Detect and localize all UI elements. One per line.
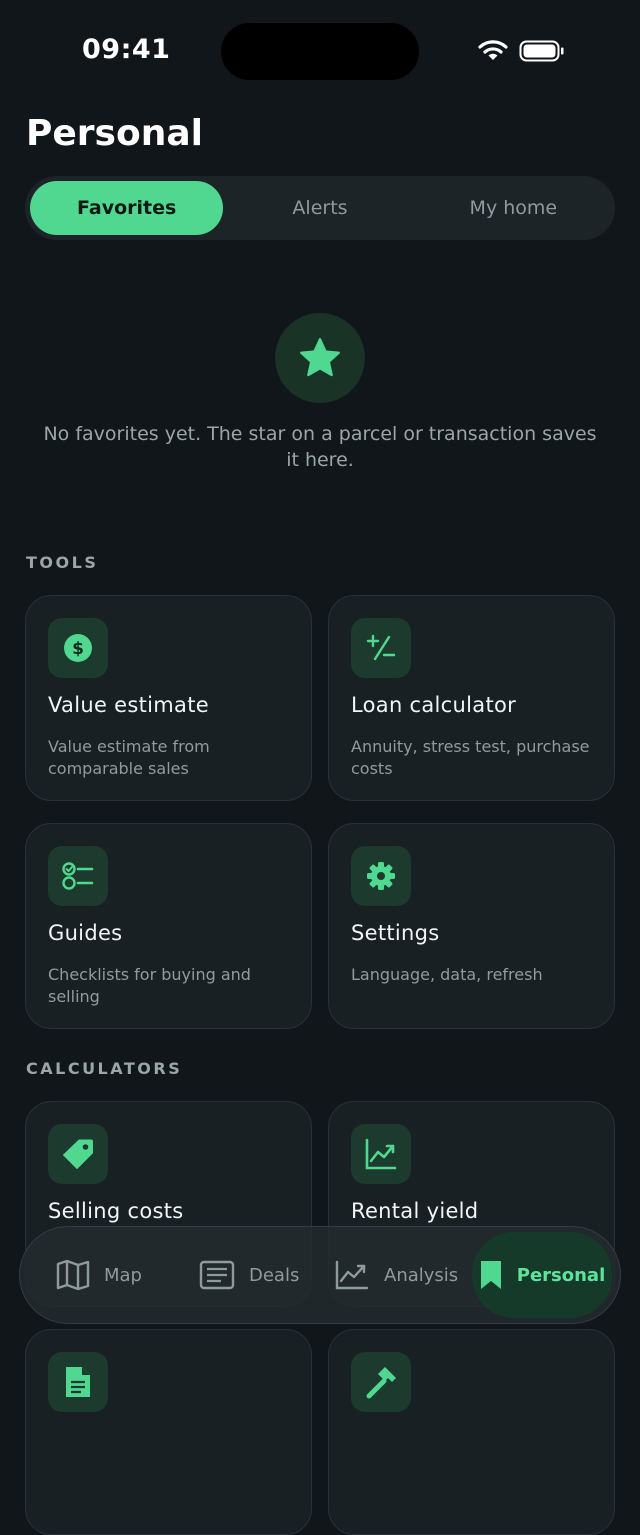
tabbar-item-map[interactable]: Map <box>56 1227 142 1323</box>
tool-card-loan-calculator[interactable]: Loan calculator Annuity, stress test, pu… <box>328 595 615 801</box>
plus-minus-icon <box>366 634 396 661</box>
dynamic-island <box>221 23 419 80</box>
card-description: Annuity, stress test, purchase costs <box>351 737 590 778</box>
tabbar-label-deals: Deals <box>249 1264 300 1286</box>
tab-my-home[interactable]: My home <box>417 181 610 235</box>
tag-icon <box>63 1139 93 1169</box>
tabbar-item-deals[interactable]: Deals <box>199 1227 299 1323</box>
trend-icon <box>335 1260 369 1290</box>
tool-card-value-estimate[interactable]: $ Value estimate Value estimate from com… <box>25 595 312 801</box>
empty-state-text: No favorites yet. The star on a parcel o… <box>43 423 597 471</box>
gear-icon <box>367 862 395 890</box>
calc-card-document[interactable] <box>25 1329 312 1535</box>
list-icon <box>199 1260 235 1290</box>
page-title: Personal <box>26 113 203 154</box>
tab-favorites[interactable]: Favorites <box>30 181 224 235</box>
section-tools-label: TOOLS <box>26 553 99 572</box>
tab-bar: Map Deals Analysis Personal <box>19 1226 621 1324</box>
card-icon-box <box>48 846 108 906</box>
tabbar-item-analysis[interactable]: Analysis <box>334 1227 458 1323</box>
card-title: Rental yield <box>351 1199 479 1223</box>
card-icon-box <box>48 1124 108 1184</box>
empty-state-badge <box>275 313 365 403</box>
card-title: Guides <box>48 921 123 945</box>
bookmark-icon <box>480 1261 501 1289</box>
card-title: Settings <box>351 921 440 945</box>
card-title: Value estimate <box>48 693 209 717</box>
checklist-icon <box>62 862 94 890</box>
wifi-icon <box>478 40 508 60</box>
segmented-control: Favorites Alerts My home <box>25 176 615 240</box>
card-title: Loan calculator <box>351 693 517 717</box>
svg-text:$: $ <box>72 639 84 659</box>
status-time: 09:41 <box>82 34 171 65</box>
card-icon-box <box>351 1352 411 1412</box>
hammer-icon <box>366 1367 396 1399</box>
tab-alerts[interactable]: Alerts <box>223 181 416 235</box>
battery-icon <box>519 40 564 62</box>
card-icon-box <box>48 1352 108 1412</box>
tabbar-label-analysis: Analysis <box>384 1264 459 1286</box>
card-title: Selling costs <box>48 1199 184 1223</box>
star-icon <box>300 338 340 377</box>
card-description: Checklists for buying and selling <box>48 965 251 1006</box>
card-icon-box <box>351 846 411 906</box>
chart-icon <box>365 1138 397 1170</box>
card-description: Value estimate from comparable sales <box>48 737 210 778</box>
card-icon-box: $ <box>48 618 108 678</box>
document-icon <box>66 1367 90 1397</box>
tool-card-settings[interactable]: Settings Language, data, refresh <box>328 823 615 1029</box>
tabbar-label-map: Map <box>104 1264 142 1286</box>
status-bar: 09:41 <box>0 0 640 100</box>
map-icon <box>56 1259 90 1291</box>
calc-card-renovation[interactable] <box>328 1329 615 1535</box>
card-description: Language, data, refresh <box>351 965 543 984</box>
tabbar-item-personal[interactable]: Personal <box>472 1232 612 1318</box>
tabbar-label-personal: Personal <box>516 1264 606 1286</box>
card-icon-box <box>351 1124 411 1184</box>
tool-card-guides[interactable]: Guides Checklists for buying and selling <box>25 823 312 1029</box>
section-calculators-label: CALCULATORS <box>26 1059 183 1078</box>
card-icon-box <box>351 618 411 678</box>
dollar-icon: $ <box>64 634 92 662</box>
